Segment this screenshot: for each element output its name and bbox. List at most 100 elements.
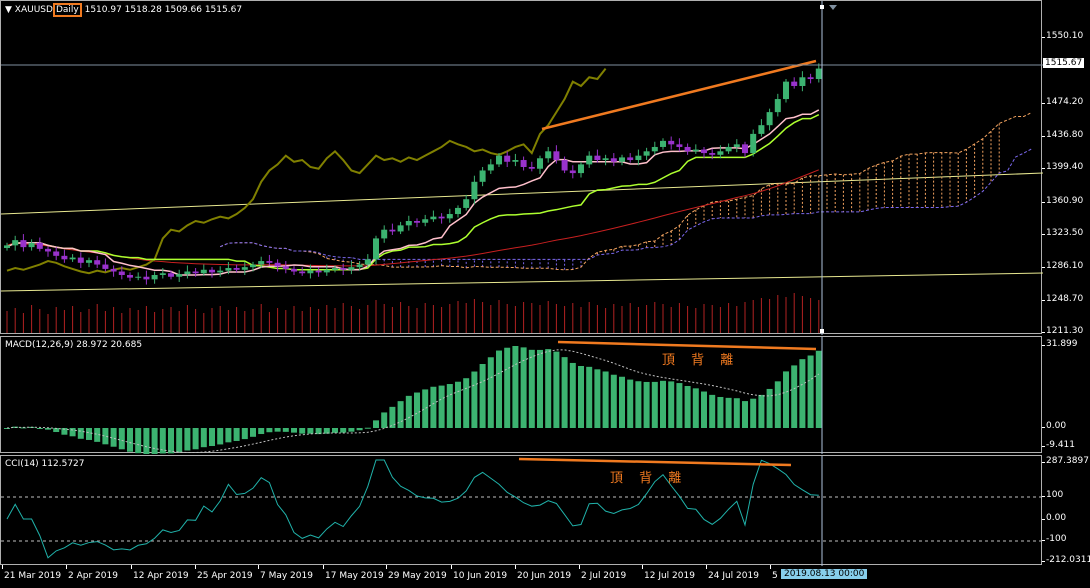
macd-histogram-bar — [725, 397, 732, 428]
chart-header: ▼ XAUUSD Daily 1510.97 1518.28 1509.66 15… — [5, 3, 243, 17]
candle-body — [504, 155, 511, 162]
time-tick — [323, 565, 324, 569]
candle-body — [528, 166, 535, 169]
macd-histogram-bar — [569, 362, 576, 428]
candle-body — [28, 242, 35, 248]
candle-body — [348, 267, 355, 270]
candle-body — [381, 229, 388, 239]
time-tick — [515, 565, 516, 569]
price-chart[interactable] — [1, 1, 1043, 335]
candle-body — [791, 81, 798, 86]
divergence-annotation-cci: 頂 背 離 — [610, 471, 688, 486]
macd-histogram-bar — [200, 428, 207, 448]
candle-body — [676, 144, 683, 147]
candle-body — [463, 199, 470, 208]
candle-body — [102, 264, 109, 269]
macd-histogram-bar — [118, 428, 125, 450]
time-tick — [770, 565, 771, 569]
time-axis-label: 2 Apr 2019 — [68, 571, 118, 581]
candle-body — [569, 170, 576, 174]
macd-histogram-bar — [660, 380, 666, 428]
macd-chart[interactable] — [1, 337, 1043, 454]
candle-body — [36, 242, 43, 249]
candle-body — [266, 261, 273, 263]
candle-body — [783, 81, 789, 100]
candle-body — [127, 274, 133, 278]
macd-histogram-bar — [692, 388, 699, 428]
symbol-label: XAUUSD — [14, 5, 53, 15]
candle-body — [619, 157, 625, 162]
divergence-line-price — [541, 59, 817, 131]
macd-histogram-bar — [184, 428, 191, 451]
macd-histogram-bar — [69, 428, 76, 437]
macd-histogram-bar — [668, 381, 675, 428]
candle-body — [758, 125, 765, 134]
axis-tick — [1042, 446, 1045, 447]
time-tick — [386, 565, 387, 569]
candle-body — [799, 77, 806, 86]
macd-panel[interactable]: MACD(12,26,9) 28.972 20.685 — [0, 336, 1043, 454]
axis-tick — [1042, 135, 1045, 137]
macd-histogram-bar — [783, 371, 789, 428]
candle-body — [627, 157, 634, 161]
candle-body — [209, 269, 215, 273]
candle-body — [258, 261, 265, 265]
axis-tick — [1042, 519, 1045, 520]
candle-body — [545, 151, 552, 159]
triangle-down-icon[interactable]: ▼ — [5, 5, 12, 15]
macd-histogram-bar — [258, 428, 265, 435]
time-tick — [258, 565, 259, 569]
macd-histogram-bar — [561, 357, 568, 428]
current-price-tag: 1515.67 — [1043, 58, 1085, 68]
price-axis-label: 1286.10 — [1046, 260, 1084, 271]
candle-body — [20, 240, 27, 248]
macd-histogram-bar — [151, 428, 158, 454]
price-axis-label: 1248.70 — [1046, 293, 1084, 304]
main-chart-panel[interactable]: ▼ XAUUSD Daily 1510.97 1518.28 1509.66 15… — [0, 0, 1043, 335]
candle-body — [291, 268, 297, 272]
candle-body — [496, 155, 502, 165]
time-tick — [195, 565, 196, 569]
candle-body — [389, 229, 396, 232]
macd-histogram-bar — [578, 365, 584, 428]
crosshair-handle — [820, 329, 824, 333]
candle-body — [151, 274, 158, 280]
candle-body — [471, 181, 478, 200]
candle-body — [446, 214, 453, 219]
macd-axis-label: 31.899 — [1046, 339, 1078, 349]
macd-histogram-bar — [676, 383, 683, 428]
price-axis-label: 1360.90 — [1046, 195, 1084, 206]
macd-histogram-bar — [619, 376, 625, 428]
candle-body — [537, 158, 543, 169]
senkou-span-b — [220, 148, 1033, 260]
time-axis-label: 21 Mar 2019 — [4, 571, 62, 581]
price-axis-label: 1550.10 — [1046, 31, 1084, 41]
candle-body — [774, 99, 781, 113]
candle-body — [512, 160, 519, 162]
macd-histogram-bar — [594, 369, 601, 428]
senkou-span-a — [220, 111, 1033, 271]
macd-histogram-bar — [684, 386, 691, 428]
candle-body — [487, 164, 494, 171]
candle-body — [168, 273, 174, 277]
cci-chart[interactable] — [1, 456, 1043, 566]
macd-histogram-bar — [282, 428, 289, 432]
macd-histogram-bar — [299, 428, 306, 434]
time-tick — [706, 565, 707, 569]
candle-body — [602, 158, 609, 161]
cci-panel[interactable]: CCI(14) 112.5727 — [0, 455, 1043, 566]
macd-histogram-bar — [405, 395, 412, 428]
price-axis-label: 1399.40 — [1046, 162, 1084, 173]
candle-body — [725, 146, 732, 152]
macd-histogram-bar — [528, 349, 535, 428]
candle-body — [422, 219, 429, 223]
ohlc-values: 1510.97 1518.28 1509.66 1515.67 — [84, 5, 243, 15]
macd-histogram-bar — [799, 359, 806, 428]
time-axis-label: 10 Jun 2019 — [453, 571, 508, 581]
macd-histogram-bar — [742, 401, 748, 428]
candle-body — [225, 268, 232, 271]
price-axis-label: 1323.50 — [1046, 228, 1084, 239]
macd-histogram-bar — [422, 389, 429, 428]
macd-histogram-bar — [635, 381, 642, 428]
candle-body — [45, 248, 51, 252]
